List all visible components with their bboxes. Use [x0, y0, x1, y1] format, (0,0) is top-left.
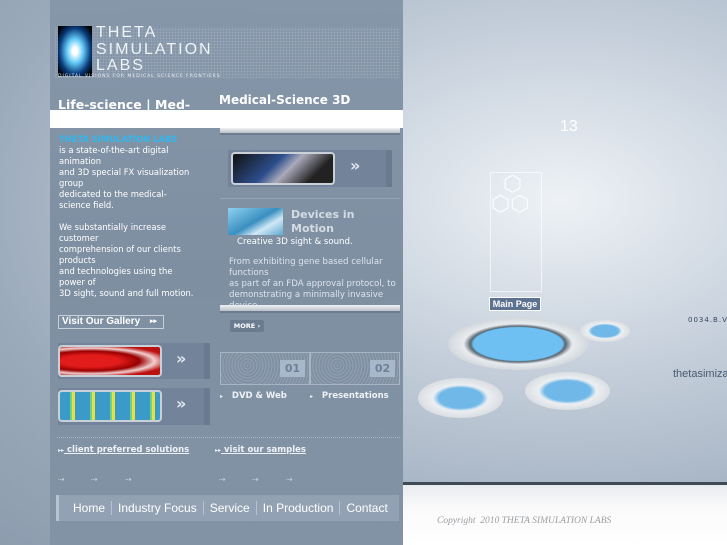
intro-line: animation — [59, 156, 102, 166]
dvd-web-link[interactable]: ▸ DVD & Web — [220, 391, 287, 401]
nav-contact[interactable]: Contact — [340, 501, 393, 515]
feature-line: From exhibiting gene based cellular — [229, 257, 383, 267]
map-number: 02 — [370, 360, 395, 377]
copyright: Copyright 2010 THETA SIMULATION LABS — [437, 516, 612, 526]
intro-line: and 3D special FX visualization — [59, 167, 190, 177]
intro-line: and technologies using the — [59, 266, 173, 276]
client-solutions-label: client preferred solutions — [67, 445, 190, 455]
divider-bar — [220, 305, 400, 313]
main-nav: Home Industry Focus Service In Productio… — [56, 495, 399, 521]
intro-line: We substantially increase — [59, 222, 166, 232]
visit-gallery-label: Visit Our Gallery — [62, 316, 141, 327]
intro-line: is a state-of-the-art digital — [59, 145, 169, 155]
thumbnail-image — [58, 390, 162, 422]
feature-title-line: Devices in — [291, 208, 355, 221]
thumbnail-image — [231, 152, 335, 185]
hero-pod-main — [448, 318, 588, 370]
arrow-icon: ⇢ — [286, 475, 293, 484]
chevron-right-icon: » — [176, 349, 187, 368]
hero-pod — [580, 320, 630, 342]
hero-pod — [525, 372, 610, 410]
intro-line: comprehension of our clients — [59, 244, 181, 254]
more-button[interactable]: MORE › — [230, 320, 264, 332]
logo-line: THETA — [96, 24, 158, 41]
visit-samples-label: visit our samples — [224, 445, 306, 455]
thumbnail-button[interactable]: » — [58, 343, 210, 379]
visit-samples-link[interactable]: ▸▸ visit our samples — [215, 445, 306, 455]
main-page-button[interactable]: Main Page — [489, 297, 541, 311]
presentations-label: Presentations — [321, 391, 389, 401]
hero-watermark: thetasimiza — [673, 368, 727, 380]
intro-line: dedicated to the medical- — [59, 189, 167, 199]
nav-in-production[interactable]: In Production — [257, 501, 341, 515]
nav-industry-focus[interactable]: Industry Focus — [112, 501, 204, 515]
arrow-icon: ⇢ — [58, 475, 65, 484]
nav-service[interactable]: Service — [204, 501, 257, 515]
feature-line: functions — [229, 268, 269, 278]
hexagon-icon: ⬡ ⬡⬡ — [491, 172, 530, 217]
intro-text: THETA SIMULATION LABS is a state-of-the-… — [59, 134, 219, 299]
feature-line: as part of an FDA approval protocol, to — [229, 279, 396, 289]
client-solutions-link[interactable]: ▸▸ client preferred solutions — [58, 445, 189, 455]
feature-line: demonstrating a minimally invasive — [229, 290, 384, 300]
visit-gallery-button[interactable]: Visit Our Gallery ▸▸ — [58, 315, 164, 329]
dvd-web-label: DVD & Web — [231, 391, 287, 401]
map-tile-02[interactable]: 02 — [310, 352, 400, 385]
hero-code: 0034.B.VEC — [688, 316, 727, 324]
triangle-icon: ▸ — [220, 393, 224, 400]
feature-title-line: Motion — [291, 222, 334, 235]
chevron-right-icon: » — [176, 394, 187, 413]
footer — [403, 482, 727, 545]
intro-line: science field. — [59, 200, 114, 210]
intro-line: power of — [59, 277, 96, 287]
white-bar — [50, 110, 403, 128]
logo-icon[interactable] — [58, 26, 92, 76]
arrow-icon: ⇢ — [219, 475, 226, 484]
feature-subtitle: Creative 3D sight & sound. — [237, 237, 353, 247]
logo-line: SIMULATION — [96, 40, 213, 58]
map-tile-01[interactable]: 01 — [220, 352, 310, 385]
thumbnail-button[interactable]: » — [228, 150, 392, 187]
divider — [220, 198, 400, 199]
tagline: DIGITAL VISIONS FOR MEDICAL SCIENCE FRON… — [58, 74, 221, 79]
intro-brand: THETA SIMULATION LABS — [59, 134, 178, 144]
logo-line: LABS — [96, 57, 145, 74]
play-icon: ▸▸ — [149, 318, 157, 325]
intro-line: products — [59, 255, 96, 265]
heading-right: Medical-Science 3D — [219, 93, 351, 107]
double-arrow-icon: ▸▸ — [215, 447, 222, 454]
chevron-right-icon: » — [350, 156, 361, 175]
arrow-icon: ⇢ — [91, 475, 98, 484]
intro-line: customer — [59, 233, 99, 243]
hero-pod — [418, 378, 503, 418]
double-arrow-icon: ▸▸ — [58, 447, 65, 454]
feature-image — [228, 208, 283, 235]
thumbnail-button[interactable]: » — [58, 388, 210, 425]
triangle-icon: ▸ — [310, 393, 314, 400]
thumbnail-image — [58, 345, 162, 377]
divider-bar — [220, 128, 400, 135]
feature-title: Devices in Motion — [291, 208, 355, 236]
arrow-icon: ⇢ — [125, 475, 132, 484]
hero-counter: 13 — [560, 118, 578, 135]
dotted-divider — [57, 437, 400, 438]
arrow-icon: ⇢ — [252, 475, 259, 484]
logo-text[interactable]: THETA SIMULATION LABS — [96, 24, 213, 75]
intro-line: group — [59, 178, 84, 188]
intro-line: 3D sight, sound and full motion. — [59, 288, 194, 298]
map-number: 01 — [280, 360, 305, 377]
nav-home[interactable]: Home — [67, 501, 113, 515]
presentations-link[interactable]: ▸ Presentations — [310, 391, 389, 401]
feature-body: From exhibiting gene based cellular func… — [229, 257, 404, 309]
